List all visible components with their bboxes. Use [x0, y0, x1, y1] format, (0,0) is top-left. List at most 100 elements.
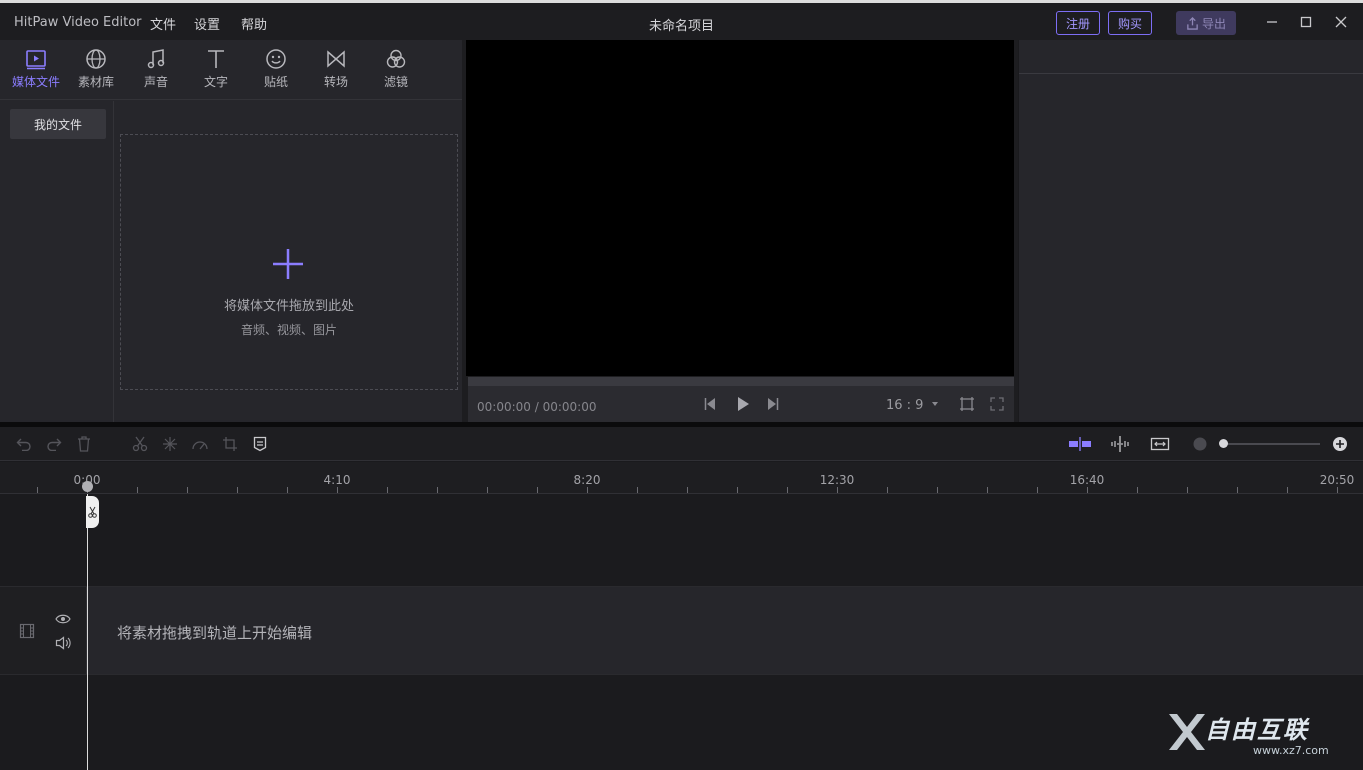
tab-text-label: 文字 [203, 75, 228, 89]
playhead[interactable] [87, 494, 88, 770]
volume-icon[interactable] [55, 636, 71, 650]
dropzone-hint: 将媒体文件拖放到此处 [223, 299, 354, 314]
watermark: 自由互联 www.xz7.com [1165, 708, 1355, 764]
tab-transition-label: 转场 [323, 75, 348, 89]
split-audio-icon[interactable] [1110, 435, 1130, 453]
export-icon [1187, 16, 1198, 30]
fullscreen-icon[interactable] [988, 395, 1006, 413]
play-icon[interactable] [734, 395, 752, 413]
video-track[interactable]: 将素材拖拽到轨道上开始编辑 [88, 587, 1363, 674]
ruler-tick [1087, 487, 1088, 493]
ruler-tick [837, 487, 838, 493]
add-media-icon[interactable] [271, 247, 305, 281]
ruler-tick [1037, 487, 1038, 493]
ruler-tick [487, 487, 488, 493]
ruler-label: 12:30 [819, 473, 855, 487]
next-frame-icon[interactable] [763, 395, 781, 413]
freeze-icon[interactable] [161, 435, 179, 453]
preview-screen [466, 40, 1014, 376]
ruler-tick [1137, 487, 1138, 493]
properties-header [1019, 40, 1363, 74]
ruler-tick [187, 487, 188, 493]
transition-icon [327, 50, 345, 68]
zoom-slider-handle[interactable] [1219, 439, 1228, 448]
ruler-tick [1237, 487, 1238, 493]
media-sidebar: 我的文件 [0, 101, 114, 422]
ruler-label: 20:50 [1319, 473, 1355, 487]
buy-button[interactable]: 购买 [1108, 11, 1152, 35]
music-icon [147, 49, 165, 69]
tab-filter[interactable]: 滤镜 [366, 48, 426, 94]
ruler-tick [1337, 487, 1338, 493]
timeline-ruler[interactable]: 0:00 4:10 8:20 12:30 16:40 20:50 [0, 462, 1363, 494]
tab-sticker-label: 贴纸 [263, 75, 288, 89]
my-files-button[interactable]: 我的文件 [10, 109, 106, 139]
track-hint: 将素材拖拽到轨道上开始编辑 [117, 624, 313, 642]
globe-icon [86, 49, 106, 69]
preview-progress-bar[interactable] [468, 377, 1014, 386]
watermark-url: www.xz7.com [1253, 744, 1329, 757]
tab-audio[interactable]: 声音 [126, 48, 186, 94]
watermark-logo-icon [1169, 714, 1205, 750]
timecode: 00:00:00 / 00:00:00 [477, 400, 597, 414]
ruler-tick [887, 487, 888, 493]
eye-icon[interactable] [55, 613, 71, 625]
ruler-tick [337, 487, 338, 493]
aspect-ratio-select[interactable]: 16 : 9 [886, 398, 923, 413]
tab-library[interactable]: 素材库 [66, 48, 126, 94]
ruler-tick [987, 487, 988, 493]
ruler-tick [287, 487, 288, 493]
playhead-knob[interactable] [82, 481, 93, 492]
media-dropzone[interactable]: 将媒体文件拖放到此处 音频、视频、图片 [120, 134, 458, 390]
preview-panel: 00:00:00 / 00:00:00 16 : 9 [462, 40, 1018, 422]
ruler-tick [737, 487, 738, 493]
crop-frame-icon[interactable] [958, 395, 976, 413]
minimize-icon[interactable] [1264, 14, 1280, 30]
undo-icon[interactable] [15, 435, 33, 453]
ruler-tick [37, 487, 38, 493]
scissors-icon [88, 506, 97, 518]
zoom-out-icon[interactable] [1191, 435, 1209, 453]
cut-icon[interactable] [131, 435, 149, 453]
ruler-tick [137, 487, 138, 493]
marker-icon[interactable] [251, 435, 269, 453]
previous-frame-icon[interactable] [702, 395, 720, 413]
zoom-slider[interactable] [1224, 443, 1320, 445]
export-button[interactable]: 导出 [1176, 11, 1236, 35]
ruler-tick [437, 487, 438, 493]
media-panel: 媒体文件 素材库 声音 文字 贴纸 转场 滤镜 我的文件 将媒体文件拖放到此处 … [0, 40, 462, 422]
tab-audio-label: 声音 [143, 75, 168, 89]
timeline-tracks: 将素材拖拽到轨道上开始编辑 [0, 494, 1363, 770]
fit-timeline-icon[interactable] [1150, 435, 1170, 453]
ruler-tick [637, 487, 638, 493]
tab-sticker[interactable]: 贴纸 [246, 48, 306, 94]
tool-tabs: 媒体文件 素材库 声音 文字 贴纸 转场 滤镜 [0, 40, 462, 100]
register-button[interactable]: 注册 [1056, 11, 1100, 35]
tab-media[interactable]: 媒体文件 [6, 48, 66, 94]
snap-icon[interactable] [1068, 435, 1092, 453]
tab-text[interactable]: 文字 [186, 48, 246, 94]
text-icon [208, 50, 224, 68]
playhead-handle[interactable] [86, 496, 99, 528]
zoom-in-icon[interactable] [1331, 435, 1349, 453]
speed-icon[interactable] [191, 435, 209, 453]
dropzone-formats: 音频、视频、图片 [240, 323, 337, 337]
maximize-icon[interactable] [1298, 14, 1314, 30]
ruler-tick [237, 487, 238, 493]
delete-icon[interactable] [75, 435, 93, 453]
crop-icon[interactable] [221, 435, 239, 453]
redo-icon[interactable] [45, 435, 63, 453]
tab-transition[interactable]: 转场 [306, 48, 366, 94]
ruler-label: 8:20 [573, 473, 601, 487]
close-icon[interactable] [1333, 14, 1349, 30]
edit-toolbar [0, 427, 1363, 461]
preview-controls: 00:00:00 / 00:00:00 16 : 9 [468, 386, 1014, 422]
ruler-tick [537, 487, 538, 493]
chevron-down-icon[interactable] [926, 395, 944, 413]
ruler-tick [587, 487, 588, 493]
ruler-label: 16:40 [1069, 473, 1105, 487]
ruler-tick [687, 487, 688, 493]
video-track-header [0, 587, 87, 674]
ruler-tick [937, 487, 938, 493]
ruler-tick [1187, 487, 1188, 493]
